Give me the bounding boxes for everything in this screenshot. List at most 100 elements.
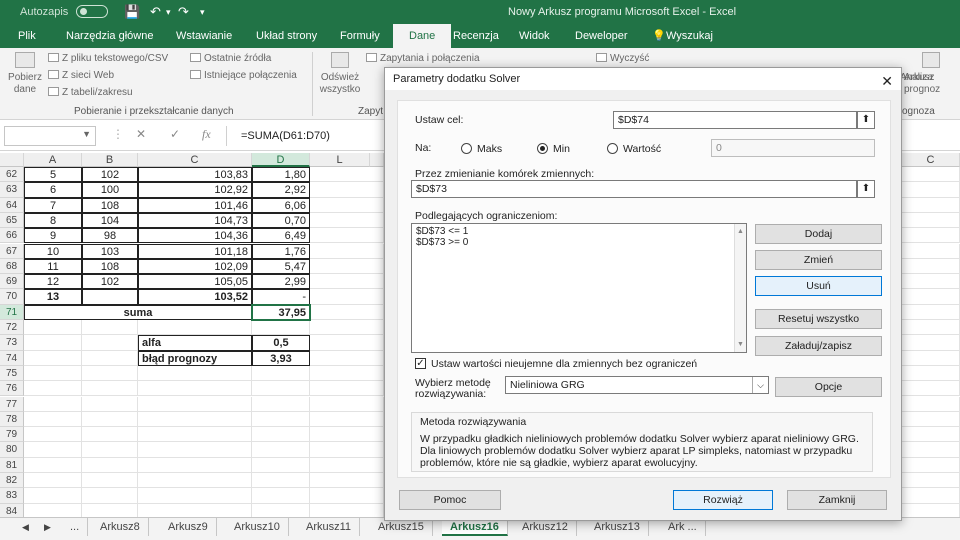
grid-cell[interactable] — [24, 396, 82, 412]
grid-cell[interactable] — [138, 473, 252, 489]
table-cell[interactable]: 6 — [24, 182, 82, 198]
from-text-csv-button[interactable]: Z pliku tekstowego/CSV — [48, 53, 168, 64]
grid-cell[interactable] — [252, 457, 310, 473]
grid-cell[interactable] — [138, 427, 252, 443]
grid-cell[interactable] — [902, 473, 960, 489]
grid-cell[interactable] — [24, 473, 82, 489]
chevron-down-icon[interactable]: ▼ — [82, 129, 91, 139]
column-header-hidden[interactable] — [370, 153, 384, 167]
table-cell[interactable]: 1,76 — [252, 243, 310, 259]
grid-cell[interactable] — [252, 365, 310, 382]
grid-cell[interactable] — [82, 365, 138, 382]
table-cell[interactable]: 2,99 — [252, 274, 310, 290]
row-header[interactable]: 79 — [0, 427, 24, 443]
grid-cell[interactable] — [252, 442, 310, 458]
tab-data[interactable]: Dane — [393, 24, 452, 48]
grid-cell[interactable] — [252, 503, 310, 517]
grid-cell[interactable] — [310, 381, 384, 397]
options-button[interactable]: Opcje — [775, 377, 882, 397]
grid-cell[interactable] — [24, 320, 82, 336]
grid-cell[interactable] — [310, 304, 384, 320]
grid-cell[interactable] — [82, 396, 138, 412]
grid-cell[interactable] — [82, 350, 138, 366]
sum-label[interactable]: suma — [24, 304, 252, 320]
grid-cell[interactable] — [252, 411, 310, 428]
enter-icon[interactable]: ✓ — [170, 127, 180, 141]
table-cell[interactable]: 11 — [24, 258, 82, 275]
column-header-c-right[interactable]: C — [902, 153, 960, 167]
row-header[interactable]: 65 — [0, 212, 24, 229]
table-cell[interactable]: 101,46 — [138, 197, 252, 213]
undo-icon[interactable]: ↶ — [150, 4, 161, 20]
grid-cell[interactable] — [902, 228, 960, 244]
radio-value-of[interactable] — [607, 143, 618, 154]
column-header-l[interactable]: L — [310, 153, 370, 167]
scroll-tabs-right-icon[interactable]: ▶ — [44, 522, 51, 533]
table-cell[interactable]: 108 — [82, 197, 138, 213]
grid-cell[interactable] — [138, 396, 252, 412]
grid-cell[interactable] — [252, 320, 310, 336]
row-header[interactable]: 72 — [0, 320, 24, 336]
changing-cells-input[interactable]: $D$73 — [411, 180, 857, 198]
refresh-all-button[interactable]: Odśwież wszystko — [316, 52, 364, 96]
grid-cell[interactable] — [252, 396, 310, 412]
grid-cell[interactable] — [310, 212, 384, 229]
grid-cell[interactable] — [902, 258, 960, 275]
set-objective-input[interactable]: $D$74 — [613, 111, 857, 129]
grid-cell[interactable] — [24, 335, 82, 351]
forecast-error-value[interactable]: 3,93 — [252, 350, 310, 366]
table-cell[interactable]: 12 — [24, 274, 82, 290]
column-header-b[interactable]: B — [82, 153, 138, 167]
grid-cell[interactable] — [310, 335, 384, 351]
table-cell[interactable]: 103 — [82, 243, 138, 259]
grid-cell[interactable] — [310, 365, 384, 382]
cancel-icon[interactable]: ✕ — [136, 127, 146, 141]
table-cell[interactable]: 13 — [24, 289, 82, 305]
table-cell[interactable]: 104,36 — [138, 228, 252, 244]
constraints-list[interactable]: $D$73 <= 1 $D$73 >= 0 ▲ ▼ — [411, 223, 747, 353]
grid-cell[interactable] — [310, 182, 384, 198]
get-data-button[interactable]: Pobierz dane — [6, 52, 44, 96]
grid-cell[interactable] — [24, 442, 82, 458]
row-header[interactable]: 73 — [0, 335, 24, 351]
constraint-item[interactable]: $D$73 <= 1 — [416, 226, 742, 237]
grid-cell[interactable] — [902, 182, 960, 198]
alfa-label[interactable]: alfa — [138, 335, 252, 351]
grid-cell[interactable] — [24, 381, 82, 397]
table-cell[interactable]: 6,49 — [252, 228, 310, 244]
grid-cell[interactable] — [252, 381, 310, 397]
save-icon[interactable]: 💾 — [124, 4, 140, 20]
scroll-down-icon[interactable]: ▼ — [737, 339, 744, 350]
value-of-input[interactable]: 0 — [711, 139, 875, 157]
grid-cell[interactable] — [24, 411, 82, 428]
constraint-item[interactable]: $D$73 >= 0 — [416, 237, 742, 248]
row-header[interactable]: 71 — [0, 304, 24, 320]
row-header[interactable]: 80 — [0, 442, 24, 458]
grid-cell[interactable] — [138, 503, 252, 517]
grid-cell[interactable] — [24, 488, 82, 504]
scroll-up-icon[interactable]: ▲ — [737, 226, 744, 237]
grid-cell[interactable] — [310, 488, 384, 504]
grid-cell[interactable] — [902, 212, 960, 229]
collapse-dialog-icon[interactable]: ⬆ — [857, 180, 875, 198]
tab-file[interactable]: Plik — [10, 24, 44, 48]
grid-cell[interactable] — [310, 289, 384, 305]
close-icon[interactable]: ✕ — [881, 70, 893, 92]
table-cell[interactable]: 103,83 — [138, 167, 252, 183]
grid-cell[interactable] — [138, 488, 252, 504]
grid-cell[interactable] — [82, 427, 138, 443]
grid-cell[interactable] — [310, 503, 384, 517]
grid-cell[interactable] — [902, 365, 960, 382]
alfa-value[interactable]: 0,5 — [252, 335, 310, 351]
existing-connections-button[interactable]: Istniejące połączenia — [190, 70, 297, 81]
grid-cell[interactable] — [902, 320, 960, 336]
grid-cell[interactable] — [252, 427, 310, 443]
table-cell[interactable]: 103,52 — [138, 289, 252, 305]
tab-page-layout[interactable]: Układ strony — [248, 24, 325, 48]
grid-cell[interactable] — [310, 167, 384, 183]
load-save-button[interactable]: Załaduj/zapisz — [755, 336, 882, 356]
grid-cell[interactable] — [902, 243, 960, 259]
grid-cell[interactable] — [252, 473, 310, 489]
grid-cell[interactable] — [902, 411, 960, 428]
grid-cell[interactable] — [902, 167, 960, 183]
